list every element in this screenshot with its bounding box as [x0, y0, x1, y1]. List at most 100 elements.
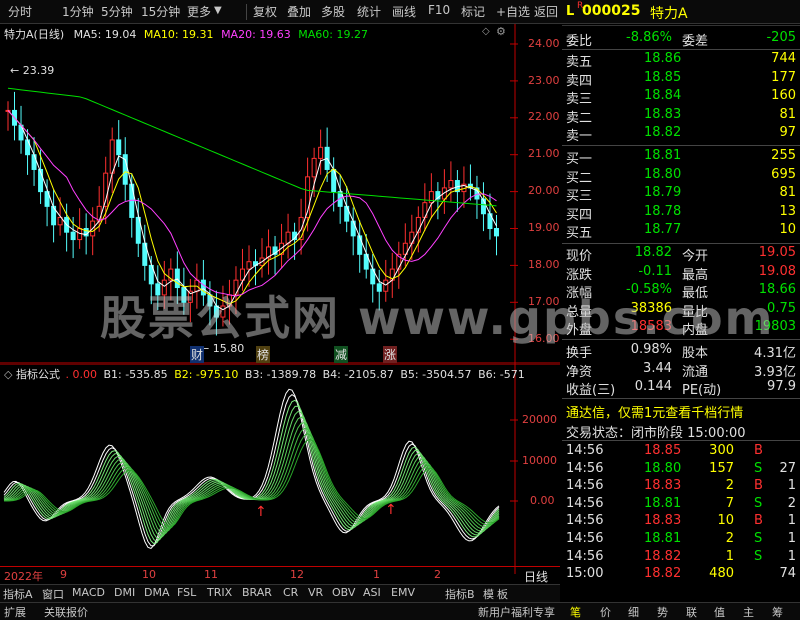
order-ratio-row[interactable]: 委比 -8.86% 委差 -205: [562, 30, 800, 49]
tab-cr[interactable]: CR: [283, 586, 298, 599]
tick-side: S: [754, 531, 763, 546]
ask-row[interactable]: 卖五 18.86 744: [562, 51, 800, 70]
period-tab-5min[interactable]: 5分钟: [101, 3, 133, 20]
linked-quote-button[interactable]: 关联报价: [44, 604, 88, 620]
tick-price: 18.81: [644, 495, 682, 511]
tick-row[interactable]: 14:56 18.83 2 B 1: [562, 478, 800, 496]
tick-volume: 7: [725, 495, 734, 511]
tab-emv[interactable]: EMV: [391, 586, 415, 599]
price-tick: 20.00: [528, 184, 560, 197]
tick-price: 18.82: [644, 566, 682, 582]
tick-row[interactable]: 14:56 18.83 10 B 1: [562, 513, 800, 531]
stat-row[interactable]: 现价 18.82 今开 19.05: [562, 245, 800, 264]
fuquan-button[interactable]: 复权: [253, 3, 277, 20]
trade-status-row[interactable]: 交易状态：闭市阶段 15:00:00: [562, 422, 800, 441]
f10-button[interactable]: F10: [428, 3, 450, 17]
ask-row[interactable]: 卖三 18.84 160: [562, 88, 800, 107]
tab-fsl[interactable]: FSL: [177, 586, 196, 599]
main-chart-header: 特力A(日线) MA5: 19.04 MA10: 19.31 MA20: 19.…: [4, 26, 368, 42]
tab-board[interactable]: 板: [497, 586, 508, 602]
chart-settings-icon[interactable]: ⚙: [496, 25, 506, 38]
tab-asi[interactable]: ASI: [363, 586, 381, 599]
tab-trix[interactable]: TRIX: [207, 586, 232, 599]
ask-row[interactable]: 卖四 18.85 177: [562, 70, 800, 89]
bid-row[interactable]: 买一 18.81 255: [562, 148, 800, 167]
overlay-button[interactable]: 叠加: [287, 3, 311, 20]
dropdown-arrow-icon[interactable]: ▼: [214, 5, 222, 16]
draw-line-button[interactable]: 画线: [392, 3, 416, 20]
ask-volume: 81: [779, 106, 796, 122]
mark-button[interactable]: 标记: [461, 3, 485, 20]
candle-body: [246, 261, 252, 270]
ask-row[interactable]: 卖一 18.82 97: [562, 125, 800, 144]
tick-row[interactable]: 14:56 18.85 300 B: [562, 443, 800, 461]
tick-row[interactable]: 14:56 18.81 7 S 2: [562, 496, 800, 514]
tab-window[interactable]: 窗口: [42, 586, 64, 602]
l-icon[interactable]: L: [566, 4, 574, 19]
statistics-button[interactable]: 统计: [357, 3, 381, 20]
indicator-canvas[interactable]: ↑ ↑: [0, 364, 560, 574]
marker-limit-up[interactable]: 涨: [383, 346, 398, 363]
tick-count: 1: [787, 478, 796, 494]
weicha-label: 委差: [682, 34, 709, 49]
bid-row[interactable]: 买四 18.78 13: [562, 204, 800, 223]
tick-row[interactable]: 14:56 18.82 1 S 1: [562, 549, 800, 567]
tick-count: 1: [787, 513, 796, 529]
tab-macd[interactable]: MACD: [72, 586, 105, 599]
period-tab-more[interactable]: 更多: [187, 3, 211, 20]
tick-price: 18.83: [644, 513, 682, 529]
back-button[interactable]: 返回: [534, 3, 558, 20]
add-favorite-button[interactable]: +自选: [496, 3, 530, 20]
bid-label: 买三: [566, 189, 593, 205]
bid-row[interactable]: 买二 18.80 695: [562, 167, 800, 186]
time-tick: 12: [290, 568, 304, 581]
ask-volume: 744: [771, 51, 796, 66]
tick-side: B: [754, 443, 763, 458]
tab-indicator-a[interactable]: 指标A: [3, 586, 33, 602]
stat-row[interactable]: 净资 3.44 流通 3.93亿: [562, 361, 800, 380]
tab-brar[interactable]: BRAR: [242, 586, 272, 599]
bid-row[interactable]: 买三 18.79 81: [562, 185, 800, 205]
indicator-title[interactable]: 指标公式: [16, 368, 60, 381]
tick-time: 14:56: [566, 548, 604, 564]
indicator-value: B1: -535.85: [103, 368, 168, 381]
tab-template[interactable]: 模: [483, 586, 494, 602]
tick-row[interactable]: 14:56 18.80 157 S 27: [562, 461, 800, 479]
stat-row[interactable]: 收益(三) 0.144 PE(动) 97.9: [562, 379, 800, 398]
tab-indicator-b[interactable]: 指标B: [445, 586, 475, 602]
indicator-chart[interactable]: ↑ ↑ ◇ 指标公式 . 0.00 B1: -535.85 B2: -975.10…: [0, 364, 560, 574]
tick-row[interactable]: 15:00 18.82 480 74: [562, 566, 800, 584]
promo-ad-row[interactable]: 通达信，仅需1元查看千档行情: [562, 402, 800, 421]
tick-time: 14:56: [566, 443, 604, 458]
bid-row[interactable]: 买五 18.77 10: [562, 222, 800, 241]
marker-reduce[interactable]: 减: [334, 346, 349, 363]
tab-dma[interactable]: DMA: [144, 586, 170, 599]
high-price-label: ← 23.39: [10, 64, 55, 77]
tab-vr[interactable]: VR: [308, 586, 323, 599]
marker-finance[interactable]: 财: [190, 346, 205, 363]
marker-ranking[interactable]: 榜: [256, 346, 271, 363]
period-label[interactable]: 日线: [524, 568, 548, 585]
expand-button[interactable]: 扩展: [4, 604, 26, 620]
period-tab-1min[interactable]: 1分钟: [62, 3, 94, 20]
collapse-icon[interactable]: ◇: [4, 368, 12, 381]
weibi-label: 委比: [566, 34, 593, 49]
time-tick: 2022年: [4, 570, 43, 583]
tab-obv[interactable]: OBV: [332, 586, 355, 599]
stat-row[interactable]: 涨跌 -0.11 最高 19.08: [562, 264, 800, 283]
tick-row[interactable]: 14:56 18.81 2 S 1: [562, 531, 800, 549]
multi-stock-button[interactable]: 多股: [321, 3, 345, 20]
new-user-promo-link[interactable]: 新用户福利专享: [478, 604, 555, 620]
stat-value: 97.9: [767, 379, 796, 395]
ask-row[interactable]: 卖二 18.83 81: [562, 106, 800, 126]
tick-volume: 2: [725, 531, 734, 546]
period-tab-intraday[interactable]: 分时: [8, 3, 32, 20]
period-tab-15min[interactable]: 15分钟: [141, 3, 180, 20]
diamond-icon[interactable]: ◇: [482, 26, 490, 37]
stat-label: 净资: [566, 364, 593, 380]
stat-label: 最高: [682, 267, 709, 283]
time-tick: 10: [142, 568, 156, 581]
ask-price: 18.84: [644, 88, 682, 104]
tab-dmi[interactable]: DMI: [114, 586, 135, 599]
tick-count: 27: [779, 460, 796, 476]
